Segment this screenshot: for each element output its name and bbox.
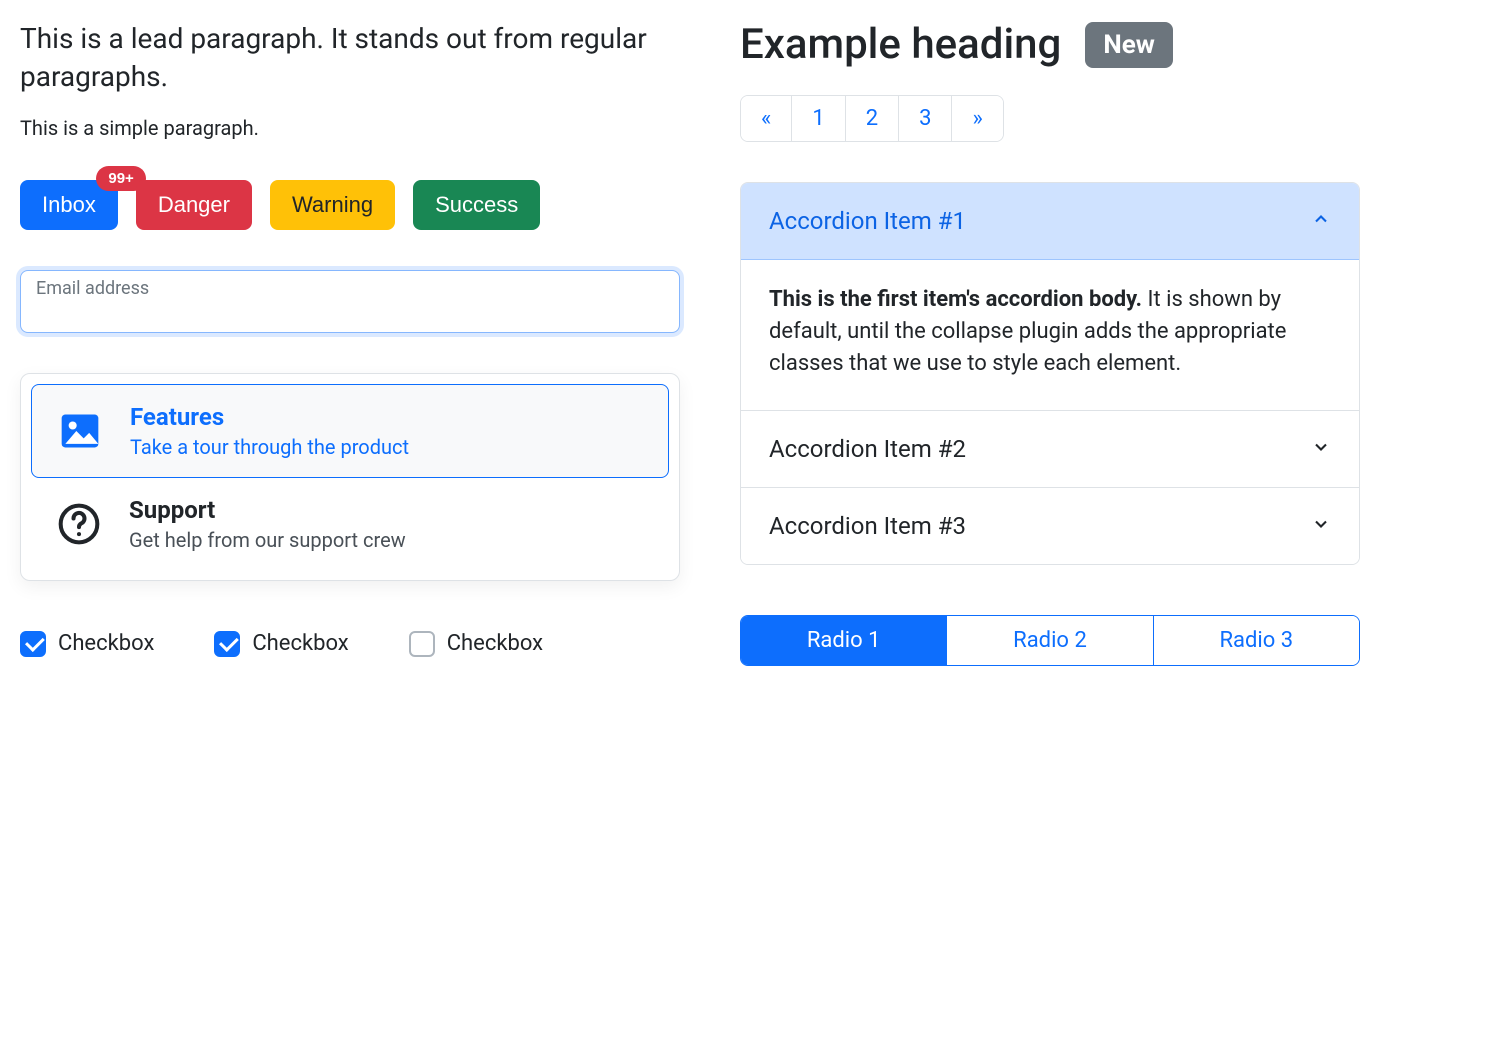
list-item-sub: Get help from our support crew — [129, 528, 406, 552]
accordion: Accordion Item #1 This is the first item… — [740, 182, 1360, 565]
page-2[interactable]: 2 — [846, 96, 899, 141]
checkbox-box — [20, 631, 46, 657]
list-item-sub: Take a tour through the product — [130, 435, 409, 459]
new-badge: New — [1085, 22, 1172, 68]
success-button[interactable]: Success — [413, 180, 540, 230]
chevron-down-icon — [1311, 512, 1331, 540]
checkbox-3[interactable]: Checkbox — [409, 631, 543, 657]
chevron-up-icon — [1311, 207, 1331, 235]
lead-paragraph: This is a lead paragraph. It stands out … — [20, 20, 680, 96]
checkbox-label: Checkbox — [58, 631, 154, 656]
inbox-label: Inbox — [42, 192, 96, 217]
radio-2[interactable]: Radio 2 — [947, 616, 1153, 665]
list-item-title: Features — [130, 403, 409, 431]
checkbox-row: Checkbox Checkbox Checkbox — [20, 631, 680, 657]
radio-1[interactable]: Radio 1 — [741, 616, 947, 665]
email-field-wrapper: Email address — [20, 270, 680, 333]
heading-row: Example heading New — [740, 20, 1360, 69]
accordion-header-3[interactable]: Accordion Item #3 — [741, 488, 1359, 564]
danger-button[interactable]: Danger — [136, 180, 252, 230]
accordion-body-1: This is the first item's accordion body.… — [741, 260, 1359, 410]
chevron-double-right-icon: » — [972, 106, 982, 131]
accordion-title: Accordion Item #3 — [769, 512, 966, 540]
page-1[interactable]: 1 — [792, 96, 845, 141]
list-item-features[interactable]: Features Take a tour through the product — [31, 384, 669, 478]
accordion-item-3: Accordion Item #3 — [741, 487, 1359, 564]
accordion-header-2[interactable]: Accordion Item #2 — [741, 411, 1359, 487]
page-prev[interactable]: « — [741, 96, 792, 141]
list-item-support[interactable]: Support Get help from our support crew — [31, 478, 669, 570]
pagination: « 1 2 3 » — [740, 95, 1004, 142]
email-input[interactable] — [20, 270, 680, 333]
warning-button[interactable]: Warning — [270, 180, 395, 230]
accordion-item-1: Accordion Item #1 This is the first item… — [741, 183, 1359, 410]
accordion-item-2: Accordion Item #2 — [741, 410, 1359, 487]
checkbox-label: Checkbox — [252, 631, 348, 656]
example-heading: Example heading — [740, 20, 1061, 69]
checkbox-box — [409, 631, 435, 657]
accordion-title: Accordion Item #2 — [769, 435, 966, 463]
accordion-body-strong: This is the first item's accordion body. — [769, 287, 1142, 312]
image-icon — [52, 407, 108, 455]
chevron-down-icon — [1311, 435, 1331, 463]
inbox-button[interactable]: Inbox 99+ — [20, 180, 118, 230]
radio-3[interactable]: Radio 3 — [1154, 616, 1359, 665]
checkbox-box — [214, 631, 240, 657]
chevron-double-left-icon: « — [761, 106, 771, 131]
accordion-header-1[interactable]: Accordion Item #1 — [741, 183, 1359, 260]
simple-paragraph: This is a simple paragraph. — [20, 116, 680, 140]
checkbox-label: Checkbox — [447, 631, 543, 656]
page-3[interactable]: 3 — [899, 96, 952, 141]
checkbox-1[interactable]: Checkbox — [20, 631, 154, 657]
question-icon — [51, 500, 107, 548]
button-row: Inbox 99+ Danger Warning Success — [20, 180, 680, 230]
list-item-title: Support — [129, 496, 406, 524]
accordion-title: Accordion Item #1 — [769, 207, 966, 235]
page-next[interactable]: » — [952, 96, 1002, 141]
radio-button-group: Radio 1 Radio 2 Radio 3 — [740, 615, 1360, 666]
feature-list: Features Take a tour through the product… — [20, 373, 680, 581]
checkbox-2[interactable]: Checkbox — [214, 631, 348, 657]
